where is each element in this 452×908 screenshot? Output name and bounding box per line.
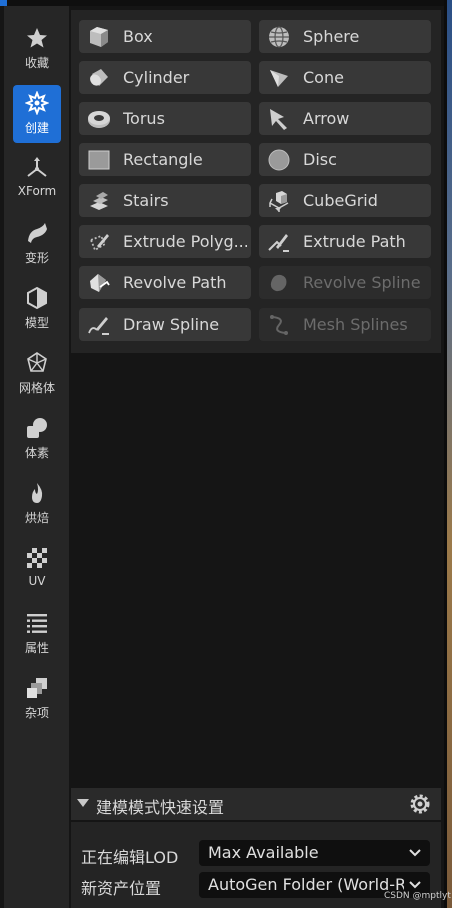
sidebar-item-label: 收藏 — [24, 56, 49, 70]
extrude-polygon-icon — [89, 234, 109, 252]
sidebar-item-label: 变形 — [24, 251, 49, 265]
sidebar-item-uv[interactable]: UV — [13, 540, 61, 598]
sidebar-item-voxel[interactable]: 体素 — [13, 410, 61, 468]
sidebar-item-label: 烘焙 — [24, 511, 49, 525]
lod-dropdown[interactable]: Max Available — [199, 840, 430, 866]
bake-icon — [32, 483, 43, 503]
cone-button[interactable]: Cone — [259, 61, 431, 94]
lod-value: Max Available — [208, 843, 319, 862]
star-icon — [27, 28, 47, 48]
stairs-button[interactable]: Stairs — [79, 184, 251, 217]
uv-icon — [27, 548, 47, 568]
sidebar-item-attributes[interactable]: 属性 — [13, 605, 61, 663]
create-tools-panel: Box Sphere Cylinder Cone Torus Arrow Rec… — [71, 10, 441, 353]
sidebar-item-label: 体素 — [24, 446, 49, 460]
sidebar-item-label: UV — [28, 574, 46, 588]
sidebar-item-label: 属性 — [24, 641, 49, 655]
box-button[interactable]: Box — [79, 20, 251, 53]
cone-icon — [270, 70, 288, 87]
sidebar-item-label: 模型 — [24, 316, 49, 330]
lod-label: 正在编辑LOD — [81, 848, 179, 867]
sphere-icon — [269, 26, 289, 48]
mesh-splines-button[interactable]: Mesh Splines — [259, 308, 431, 341]
attributes-icon — [27, 614, 47, 633]
sidebar-item-create[interactable]: 创建 — [13, 85, 61, 143]
voxel-icon — [27, 418, 47, 438]
sphere-button[interactable]: Sphere — [259, 20, 431, 53]
sidebar-item-deform[interactable]: 变形 — [13, 215, 61, 273]
sidebar-item-label: 网格体 — [18, 381, 55, 395]
cubegrid-button[interactable]: CubeGrid — [259, 184, 431, 217]
chevron-down-icon — [409, 881, 421, 889]
arrow-icon — [270, 109, 287, 130]
model-icon — [27, 286, 47, 310]
rectangle-icon — [88, 150, 110, 170]
quick-settings-header[interactable]: 建模模式快速设置 — [71, 788, 441, 820]
sidebar-item-xform[interactable]: XForm — [13, 150, 61, 208]
revolve-spline-button[interactable]: Revolve Spline — [259, 266, 431, 299]
draw-spline-button[interactable]: Draw Spline — [79, 308, 251, 341]
revolve-spline-icon — [270, 274, 287, 292]
revolve-path-icon — [90, 274, 110, 292]
sidebar-item-mesh[interactable]: 网格体 — [13, 345, 61, 403]
sidebar-item-label: XForm — [17, 184, 57, 198]
disc-button[interactable]: Disc — [259, 143, 431, 176]
cubegrid-icon — [269, 191, 289, 212]
cylinder-icon — [90, 69, 108, 86]
sidebar-item-label: 创建 — [24, 121, 49, 135]
sidebar-item-favorites[interactable]: 收藏 — [13, 20, 61, 78]
collapse-arrow-icon[interactable] — [77, 799, 89, 807]
quick-settings-title: 建模模式快速设置 — [96, 798, 225, 817]
asset-location-value: AutoGen Folder (World-Relative) — [208, 875, 404, 894]
extrude-path-button[interactable]: Extrude Path — [259, 225, 431, 258]
torus-icon — [88, 111, 110, 128]
chevron-down-icon — [409, 849, 421, 857]
torus-button[interactable]: Torus — [79, 102, 251, 135]
sidebar-item-model[interactable]: 模型 — [13, 280, 61, 338]
extrude-path-icon — [268, 234, 289, 252]
draw-spline-icon — [88, 317, 109, 335]
xform-icon — [27, 157, 47, 177]
cylinder-button[interactable]: Cylinder — [79, 61, 251, 94]
watermark: CSDN @mptlyt — [384, 891, 451, 901]
stairs-icon — [90, 192, 108, 210]
sidebar-item-label: 杂项 — [24, 706, 49, 720]
viewport-edge — [447, 0, 452, 908]
mesh-icon — [27, 352, 47, 372]
arrow-button[interactable]: Arrow — [259, 102, 431, 135]
disc-icon — [268, 149, 290, 171]
sidebar-item-misc[interactable]: 杂项 — [13, 670, 61, 728]
box-icon — [90, 27, 108, 47]
category-sidebar: 收藏 创建 XForm 变形 模型 网格体 体素 烘焙 UV 属性 杂项 — [4, 6, 69, 908]
deform-icon — [28, 223, 47, 243]
sidebar-item-bake[interactable]: 烘焙 — [13, 475, 61, 533]
extrude-polygon-button[interactable]: Extrude Polyg... — [79, 225, 251, 258]
mesh-splines-icon — [270, 315, 288, 335]
create-icon — [25, 91, 49, 115]
rectangle-button[interactable]: Rectangle — [79, 143, 251, 176]
misc-icon — [27, 678, 47, 698]
gear-icon[interactable] — [408, 792, 432, 816]
revolve-path-button[interactable]: Revolve Path — [79, 266, 251, 299]
asset-location-label: 新资产位置 — [81, 879, 162, 898]
